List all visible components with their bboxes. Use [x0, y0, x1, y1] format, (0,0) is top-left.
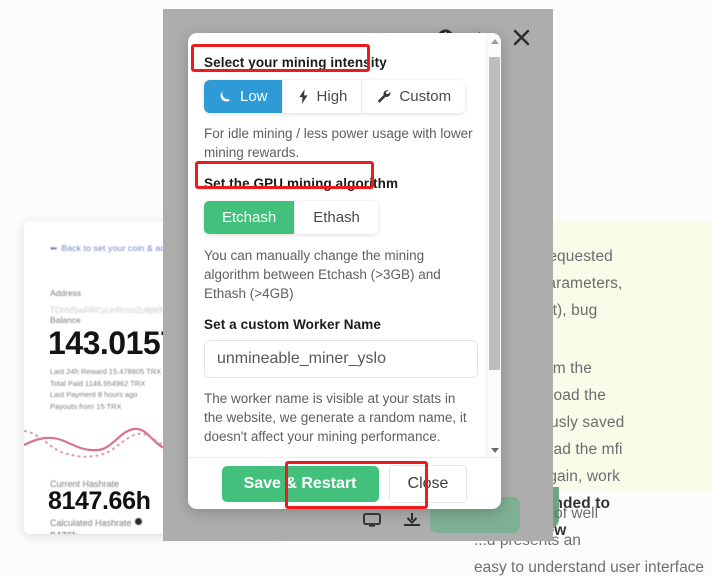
- wrench-icon: [378, 90, 391, 103]
- scrollbar-up-arrow[interactable]: [487, 33, 501, 49]
- info-circle-icon[interactable]: [134, 518, 142, 525]
- algorithm-description: You can manually change the mining algor…: [204, 248, 441, 301]
- moon-icon: [220, 91, 230, 102]
- intensity-option-custom[interactable]: Custom: [362, 80, 466, 113]
- worker-name-label: Set a custom Worker Name: [204, 317, 381, 332]
- algorithm-option-etchash[interactable]: Etchash: [204, 201, 296, 234]
- balance-label: Balance: [50, 315, 81, 325]
- scrollbar-thumb[interactable]: [489, 57, 500, 370]
- intensity-section-label: Select your mining intensity: [204, 55, 387, 70]
- dialog-scroll-body: Select your mining intensity Low High Cu…: [188, 33, 501, 458]
- intensity-option-group: Low High Custom: [204, 80, 466, 113]
- calculated-hashrate-label: Calculated Hashrate: [50, 518, 142, 528]
- intensity-option-high-label: High: [316, 88, 348, 105]
- algorithm-section-label: Set the GPU mining algorithm: [204, 176, 399, 191]
- intensity-option-low-label: Low: [240, 88, 268, 105]
- back-arrow-icon: ⬅: [50, 243, 58, 253]
- worker-name-description: The worker name is visible at your stats…: [204, 391, 467, 444]
- algorithm-option-ethash-label: Ethash: [313, 209, 360, 226]
- intensity-description: For idle mining / less power usage with …: [204, 126, 473, 160]
- intensity-option-custom-label: Custom: [399, 88, 452, 105]
- scrollbar-down-arrow[interactable]: [487, 442, 501, 458]
- current-hashrate-value: 8147.66h: [48, 487, 151, 515]
- close-button[interactable]: Close: [388, 464, 468, 503]
- monitor-icon[interactable]: [363, 513, 381, 532]
- modal-scrollbar[interactable]: [486, 33, 501, 458]
- save-and-restart-button[interactable]: Save & Restart: [221, 465, 379, 502]
- worker-name-input[interactable]: [204, 340, 478, 378]
- address-label: Address: [50, 288, 82, 298]
- dialog-footer: Save & Restart Close: [188, 457, 501, 509]
- download-icon[interactable]: [403, 513, 421, 532]
- dashboard-stats: Last 24h Reward 15.478605 TRX Total Paid…: [50, 367, 162, 411]
- calculated-hashrate-value: 8476h: [50, 531, 78, 534]
- algorithm-option-group: Etchash Ethash: [204, 201, 378, 234]
- intensity-option-low[interactable]: Low: [204, 80, 283, 113]
- calculated-hashrate-text: Calculated Hashrate: [50, 518, 132, 528]
- close-icon[interactable]: [511, 27, 531, 47]
- screen-root: ...ed requested ...m parameters, ...ppor…: [0, 0, 712, 576]
- bolt-icon: [298, 89, 308, 104]
- intensity-option-high[interactable]: High: [282, 80, 363, 113]
- algorithm-option-ethash[interactable]: Ethash: [295, 201, 378, 234]
- mining-settings-dialog: Select your mining intensity Low High Cu…: [188, 33, 501, 509]
- algorithm-option-etchash-label: Etchash: [222, 209, 277, 226]
